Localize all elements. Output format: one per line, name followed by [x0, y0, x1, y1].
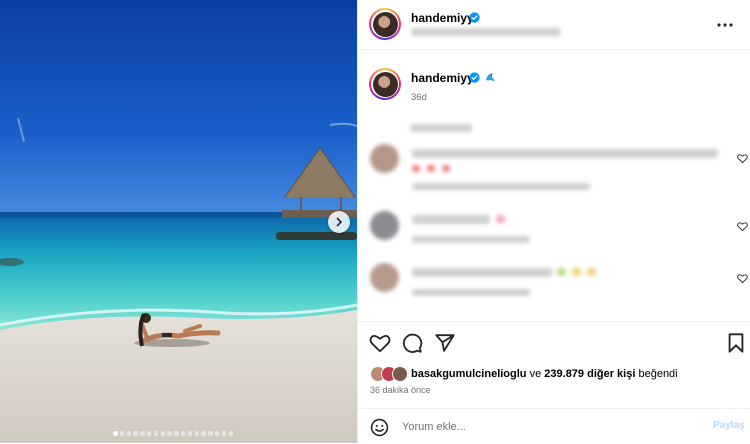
emoji-smiley-icon[interactable]: [370, 418, 389, 437]
likes-summary: basakgumulcinelioglu ve 239.879 diğer ki…: [370, 365, 678, 383]
carousel-dot: [153, 431, 159, 436]
comment-icon[interactable]: [401, 332, 423, 354]
comment-input[interactable]: [402, 417, 702, 437]
blurred-meta: [412, 236, 530, 243]
heart-icon[interactable]: [369, 332, 391, 354]
blurred-emoji: [557, 268, 566, 276]
beach-photo: [0, 0, 357, 443]
blurred-emoji: [427, 165, 435, 172]
carousel-dot: [174, 431, 179, 436]
post-time-ago[interactable]: 36 dakika önce: [370, 385, 431, 395]
likes-suffix: beğendi: [638, 368, 678, 380]
caption-timestamp: 36d: [411, 92, 427, 103]
carousel-dot: [113, 431, 118, 436]
blurred-meta: [412, 183, 590, 190]
carousel-dot: [146, 431, 152, 436]
carousel-indicator: [113, 431, 234, 436]
next-image-button[interactable]: [328, 211, 350, 233]
send-icon[interactable]: [434, 332, 456, 354]
verified-badge-icon: [469, 12, 480, 23]
blurred-emoji: [442, 165, 450, 172]
post-side-panel: handemiyy handemiyy 36d basakgumulcineli…: [357, 0, 750, 443]
comment-avatar[interactable]: [370, 144, 399, 173]
share-comment-button[interactable]: Paylaş: [713, 420, 745, 431]
author-avatar[interactable]: [369, 8, 401, 40]
blurred-comment: [412, 268, 552, 277]
carousel-dot: [208, 431, 213, 436]
liked-by-username[interactable]: basakgumulcinelioglu: [411, 368, 527, 380]
carousel-dot: [140, 431, 145, 436]
carousel-dot: [221, 431, 227, 436]
carousel-dot: [133, 431, 138, 436]
blurred-text: [410, 124, 472, 132]
author-username[interactable]: handemiyy: [411, 11, 474, 25]
heart-icon[interactable]: [737, 221, 748, 232]
verified-badge-icon: [469, 72, 480, 83]
comment-composer: Paylaş: [358, 408, 750, 444]
caption-avatar[interactable]: [369, 68, 401, 100]
blurred-emoji: [496, 215, 505, 223]
carousel-dot: [180, 431, 186, 436]
carousel-dot: [194, 431, 200, 436]
heart-icon[interactable]: [737, 153, 748, 164]
blurred-comment: [412, 215, 490, 224]
bookmark-icon[interactable]: [725, 332, 747, 354]
chevron-right-icon: [336, 217, 342, 227]
heart-icon[interactable]: [737, 273, 748, 284]
post-header: handemiyy: [358, 0, 750, 50]
post-dialog: handemiyy handemiyy 36d basakgumulcineli…: [0, 0, 750, 443]
likes-others-count[interactable]: 239.879 diğer kişi: [544, 368, 635, 380]
liker-avatar: [392, 366, 408, 382]
carousel-dot: [167, 431, 172, 436]
carousel-dot: [119, 431, 125, 436]
dolphin-emoji-icon: [486, 73, 495, 82]
carousel-dot: [126, 431, 132, 436]
comment-avatar[interactable]: [370, 263, 399, 292]
more-horizontal-icon[interactable]: [715, 17, 735, 33]
carousel-dot: [187, 431, 193, 436]
blurred-emoji: [412, 165, 420, 172]
carousel-dot: [201, 431, 206, 436]
blurred-emoji: [572, 268, 581, 276]
blurred-emoji: [587, 268, 596, 276]
comment-avatar[interactable]: [370, 211, 399, 240]
caption-username[interactable]: handemiyy: [411, 71, 474, 85]
carousel-dot: [228, 431, 234, 436]
likes-connector: ve: [529, 368, 542, 380]
blurred-meta: [412, 289, 530, 296]
blurred-location: [411, 28, 561, 36]
post-actions: basakgumulcinelioglu ve 239.879 diğer ki…: [358, 321, 750, 443]
carousel-dot: [214, 431, 220, 436]
carousel-dot: [160, 431, 166, 436]
blurred-comment: [412, 149, 718, 158]
post-media[interactable]: [0, 0, 357, 443]
